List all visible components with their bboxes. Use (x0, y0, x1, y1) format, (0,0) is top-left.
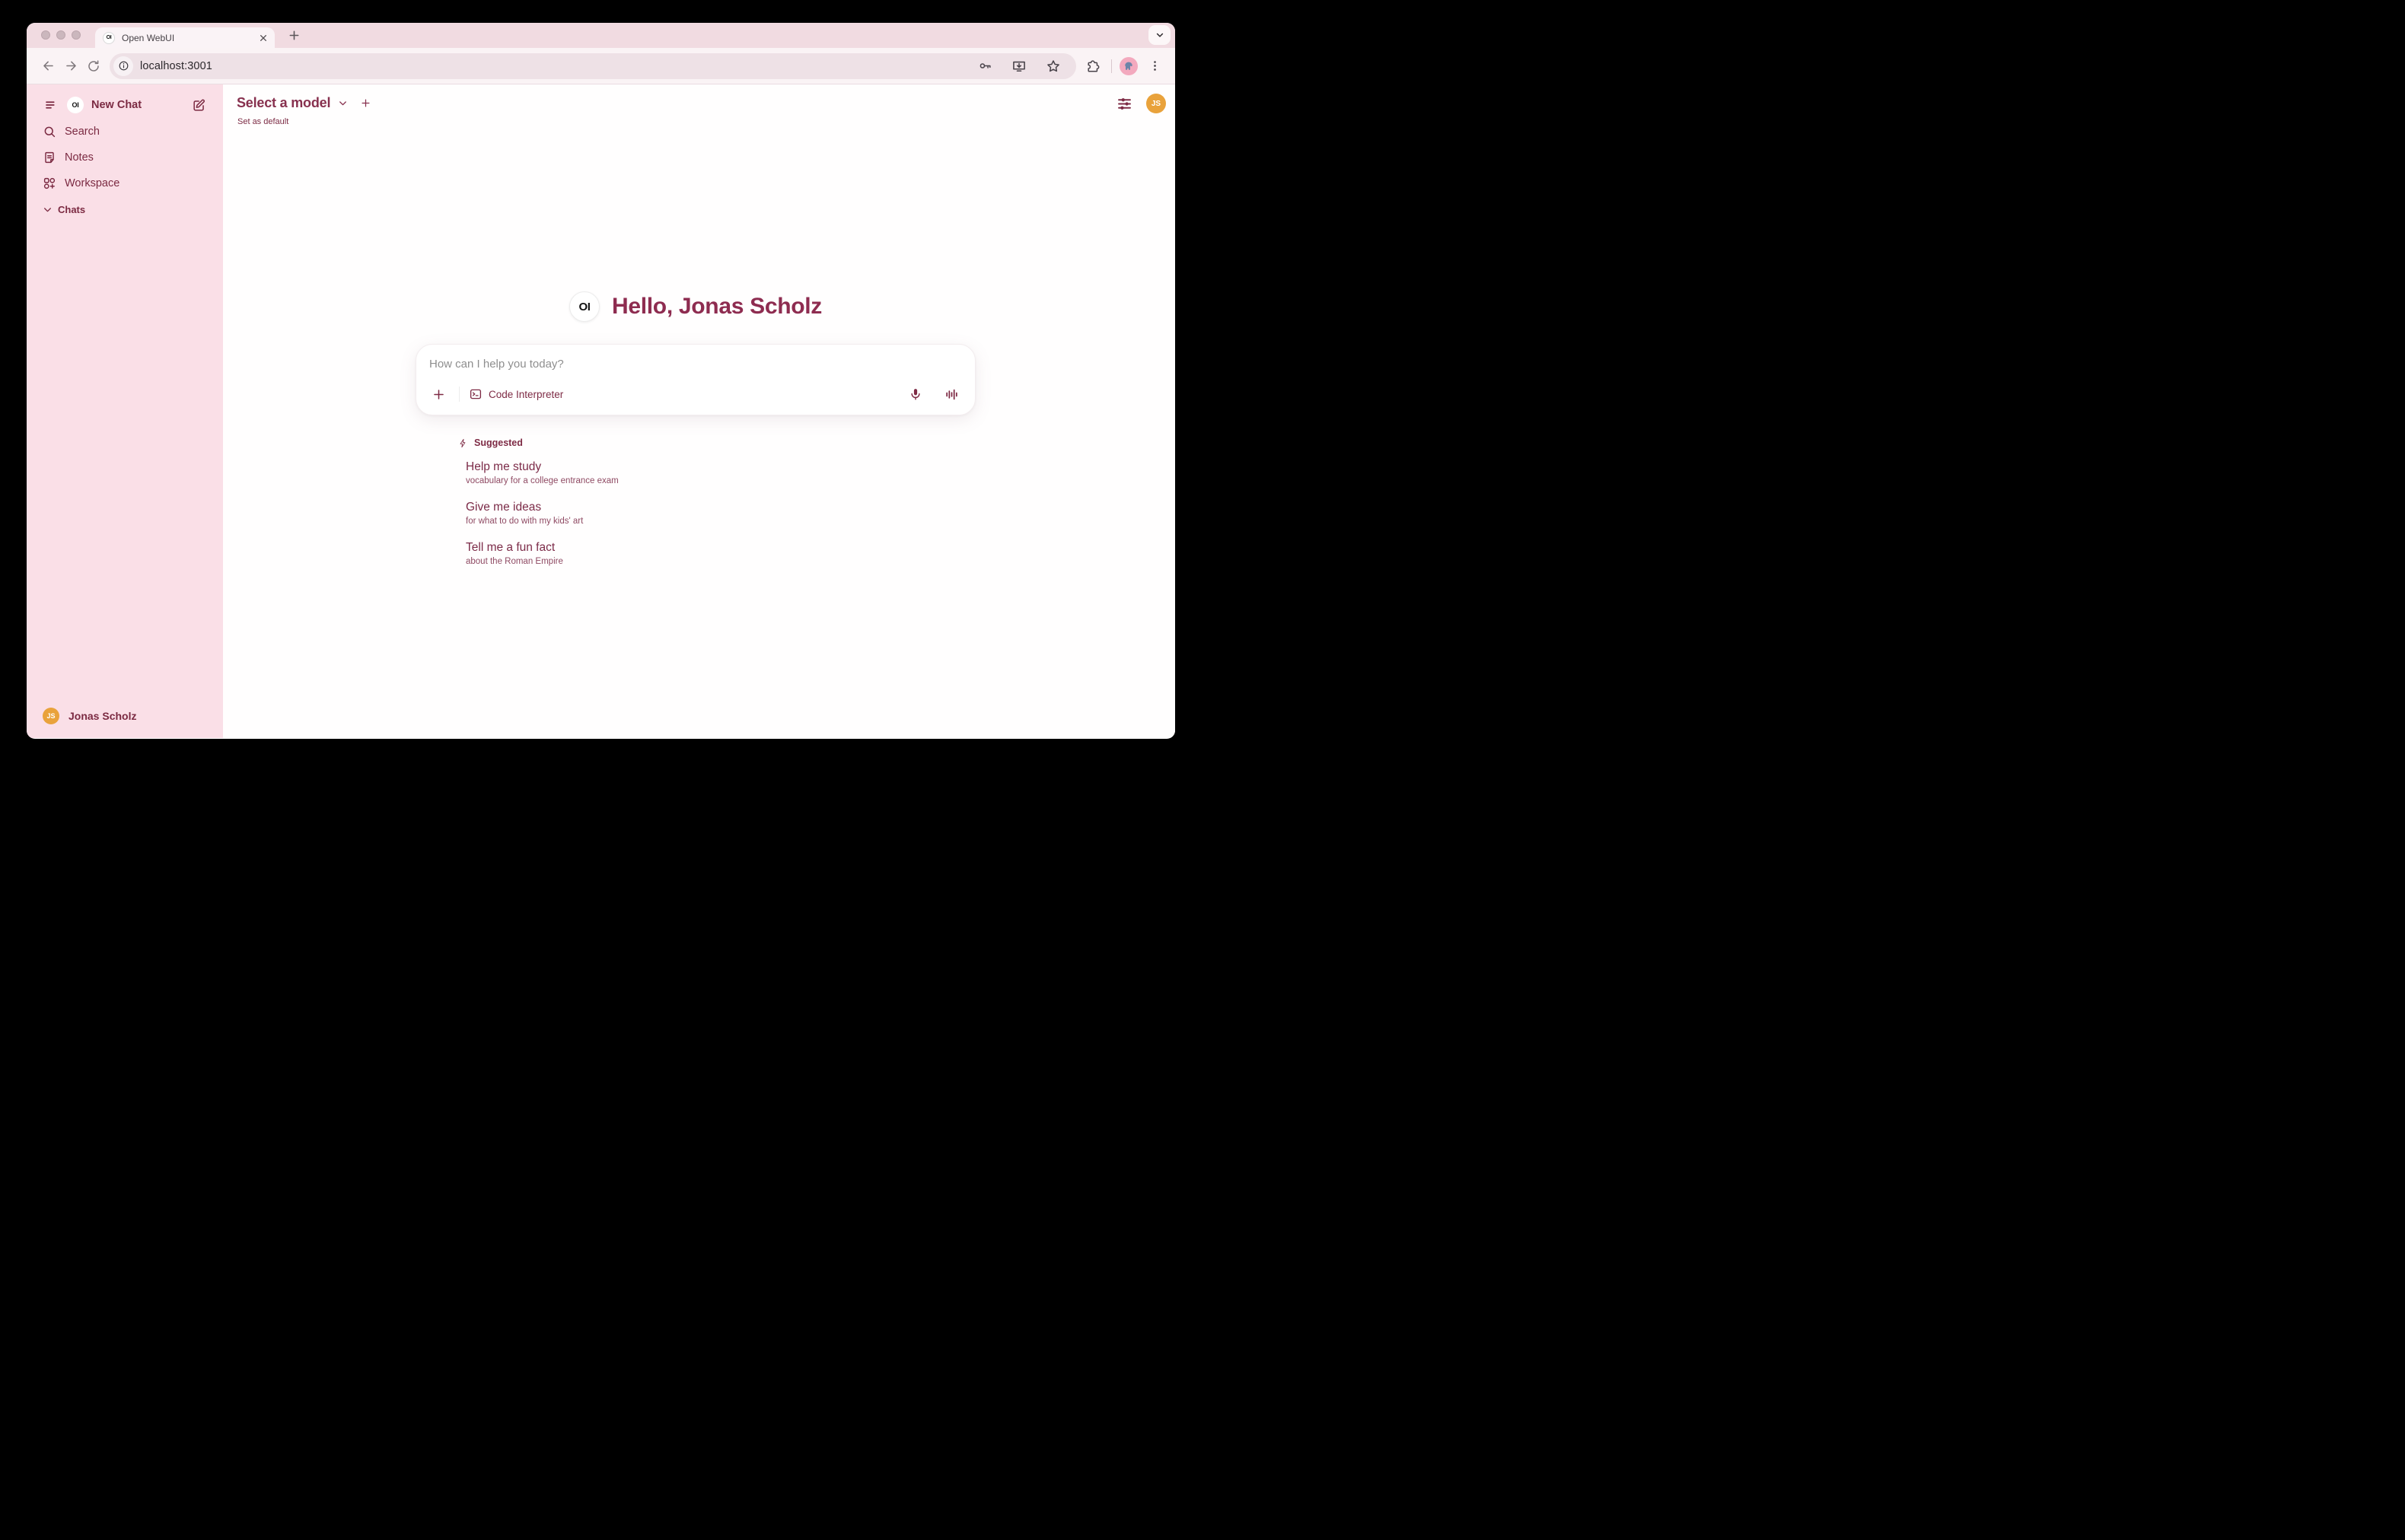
app-logo: OI (67, 97, 84, 113)
add-model-plus-icon[interactable] (360, 97, 371, 109)
suggested-label: Suggested (474, 438, 523, 448)
extensions-puzzle-icon[interactable] (1082, 56, 1104, 77)
sidebar-toggle-icon[interactable] (43, 97, 59, 113)
voice-mode-waveform-icon[interactable] (941, 383, 962, 405)
browser-menu-kebab-icon[interactable] (1144, 56, 1165, 77)
sidebar-item-label: Search (65, 126, 100, 138)
window-controls (41, 30, 81, 40)
sidebar-item-label: Workspace (65, 177, 119, 189)
tab-close-icon[interactable] (260, 34, 267, 42)
browser-toolbar: localhost:3001 (27, 48, 1175, 84)
lightning-bolt-icon (458, 438, 468, 448)
suggestion-subtitle: for what to do with my kids' art (466, 517, 976, 526)
browser-window: OI Open WebUI localhost:3001 (27, 23, 1175, 739)
chevron-down-icon (43, 205, 53, 215)
tab-search-chevron-button[interactable] (1148, 25, 1171, 45)
greeting-text: Hello, Jonas Scholz (612, 294, 822, 320)
user-avatar: JS (43, 708, 59, 724)
sidebar-user-menu[interactable]: JS Jonas Scholz (36, 702, 214, 730)
suggestion-title: Tell me a fun fact (466, 541, 976, 555)
suggested-section: Suggested Help me study vocabulary for a… (416, 438, 976, 566)
microphone-icon[interactable] (905, 383, 926, 405)
chat-input[interactable] (429, 358, 962, 371)
sidebar-chats-section[interactable]: Chats (36, 198, 214, 221)
toolbar-right-group (1082, 56, 1165, 77)
window-zoom-button[interactable] (72, 30, 81, 40)
urlbar-action-icons (974, 56, 1071, 77)
input-divider (459, 387, 460, 402)
sidebar-item-workspace[interactable]: Workspace (36, 170, 214, 196)
bookmark-star-icon[interactable] (1043, 56, 1064, 77)
set-as-default-button[interactable]: Set as default (237, 117, 288, 126)
controls-sliders-icon[interactable] (1113, 93, 1135, 114)
browser-tab[interactable]: OI Open WebUI (95, 27, 275, 48)
suggestion-item[interactable]: Tell me a fun fact about the Roman Empir… (458, 541, 976, 566)
toolbar-separator (1111, 59, 1112, 73)
workspace-grid-icon (43, 177, 56, 190)
sidebar: OI New Chat Search Notes Workspace (27, 84, 223, 738)
app-logo-large: OI (569, 291, 600, 322)
url-text[interactable]: localhost:3001 (140, 60, 967, 72)
code-interpreter-toggle[interactable]: Code Interpreter (469, 387, 563, 401)
elephant-icon (1123, 60, 1135, 72)
reload-button[interactable] (82, 55, 105, 78)
site-info-icon[interactable] (113, 56, 133, 76)
window-close-button[interactable] (41, 30, 50, 40)
suggestion-title: Give me ideas (466, 501, 976, 514)
browser-profile-avatar[interactable] (1120, 57, 1138, 75)
attach-plus-icon[interactable] (428, 383, 449, 405)
sidebar-item-label: Notes (65, 151, 94, 164)
tab-title: Open WebUI (122, 33, 253, 43)
user-name: Jonas Scholz (68, 710, 136, 722)
suggestion-subtitle: about the Roman Empire (466, 557, 976, 566)
window-minimize-button[interactable] (56, 30, 65, 40)
code-interpreter-label: Code Interpreter (489, 389, 563, 400)
search-icon (43, 125, 56, 138)
suggestion-subtitle: vocabulary for a college entrance exam (466, 476, 976, 485)
install-app-icon[interactable] (1008, 56, 1030, 77)
sidebar-item-notes[interactable]: Notes (36, 145, 214, 170)
new-chat-label[interactable]: New Chat (91, 99, 183, 111)
model-selector[interactable]: Select a model (237, 95, 330, 111)
suggestion-item[interactable]: Help me study vocabulary for a college e… (458, 460, 976, 485)
notes-icon (43, 151, 56, 164)
model-chevron-down-icon[interactable] (337, 97, 349, 109)
forward-button[interactable] (59, 55, 82, 78)
sidebar-item-search[interactable]: Search (36, 119, 214, 145)
suggestion-item[interactable]: Give me ideas for what to do with my kid… (458, 501, 976, 526)
chats-label: Chats (58, 204, 85, 215)
address-bar[interactable]: localhost:3001 (110, 53, 1076, 79)
chat-input-card: Code Interpreter (416, 344, 976, 415)
tab-favicon: OI (103, 32, 115, 44)
tab-strip: OI Open WebUI (27, 23, 1175, 48)
new-chat-edit-icon[interactable] (190, 97, 207, 113)
main-panel: Select a model Set as default JS OI Hell… (223, 84, 1175, 738)
page-content: OI New Chat Search Notes Workspace (27, 84, 1175, 738)
back-button[interactable] (37, 55, 59, 78)
suggestion-title: Help me study (466, 460, 976, 474)
terminal-icon (469, 387, 483, 401)
passwords-key-icon[interactable] (974, 56, 995, 77)
new-tab-button[interactable] (288, 30, 300, 41)
header-user-avatar[interactable]: JS (1146, 94, 1166, 113)
greeting: OI Hello, Jonas Scholz (416, 290, 976, 323)
